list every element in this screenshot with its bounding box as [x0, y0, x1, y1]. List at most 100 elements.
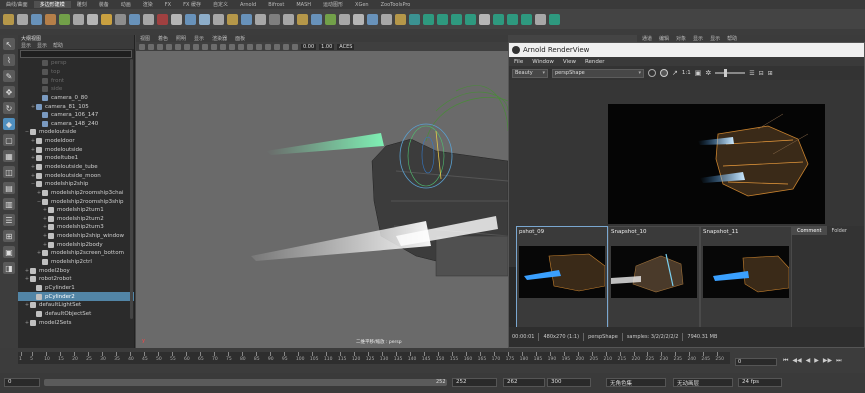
viewport-menu-item[interactable]: 渲染器: [212, 35, 227, 42]
shelf-tool-icon[interactable]: [17, 13, 28, 25]
aov-dropdown[interactable]: Beauty: [512, 68, 548, 78]
channel-menu-item[interactable]: 对象: [676, 35, 686, 42]
shelf-tool-icon[interactable]: [59, 13, 70, 25]
outliner-item[interactable]: + modeltube1: [18, 154, 134, 163]
character-set-dropdown[interactable]: 无角色集: [606, 378, 666, 387]
persp-layout-icon[interactable]: ▣: [3, 246, 15, 258]
outliner-item[interactable]: + modelship2screen_bottom: [18, 249, 134, 258]
shelf-tab[interactable]: 曲线/曲面: [0, 1, 34, 8]
shelf-tool-icon[interactable]: [283, 13, 294, 25]
shelf-tool-icon[interactable]: [465, 13, 476, 25]
fps-dropdown[interactable]: 24 fps: [738, 378, 782, 387]
outliner-item[interactable]: modelship2ctrl: [18, 258, 134, 267]
renderview-menu-item[interactable]: View: [563, 59, 576, 65]
shelf-tab[interactable]: 渲染: [137, 1, 159, 8]
snapshot-item[interactable]: pshot_09: [516, 226, 608, 328]
outliner-item[interactable]: pCylinder1: [18, 284, 134, 293]
outliner-item[interactable]: + modeldoor: [18, 137, 134, 146]
outliner-search-input[interactable]: [20, 50, 132, 58]
time-slider[interactable]: 1 5 10 15 20 25 30 35 40 45 50 55 60 65 70 75 80 85 90 95 10…: [0, 348, 865, 373]
layout-four-icon[interactable]: ▦: [3, 150, 15, 162]
shelf-tab[interactable]: ZooToolsPro: [375, 2, 417, 8]
shelf-tab[interactable]: FX: [159, 2, 177, 8]
shelf-tab[interactable]: FX 缓存: [177, 1, 207, 8]
anim-end-field[interactable]: 300: [547, 378, 591, 387]
zoom-in-icon[interactable]: ↗: [672, 69, 678, 77]
outliner-item[interactable]: + model2boy: [18, 266, 134, 275]
outliner-item[interactable]: + modelship2turn1: [18, 206, 134, 215]
outliner-item[interactable]: camera_0_80: [18, 94, 134, 103]
shelf-tool-icon[interactable]: [325, 13, 336, 25]
rotate-tool-icon[interactable]: ↻: [3, 102, 15, 114]
playback-range-bar[interactable]: 252: [44, 379, 447, 386]
renderview-menu-item[interactable]: Render: [585, 59, 605, 65]
camera-attr-icon[interactable]: [148, 43, 154, 50]
outliner-item[interactable]: defaultObjectSet: [18, 310, 134, 319]
render-refresh-icon[interactable]: [648, 69, 656, 77]
shelf-tool-icon[interactable]: [45, 13, 56, 25]
viewport-panel[interactable]: 视图 着色 照明 显示 渲染器 面板 0.00 1.00 ACES y 二维平移…: [136, 35, 508, 348]
stop-icon[interactable]: [660, 69, 668, 77]
outliner-menu-item[interactable]: 帮助: [53, 42, 63, 49]
play-back-icon[interactable]: ◀: [806, 357, 811, 365]
channel-menu-item[interactable]: 显示: [693, 35, 703, 42]
shelf-tool-icon[interactable]: [423, 13, 434, 25]
shelf-tool-icon[interactable]: [185, 13, 196, 25]
viewport-menu-item[interactable]: 面板: [235, 35, 245, 42]
shelf-tool-icon[interactable]: [3, 13, 14, 25]
outliner-menu-item[interactable]: 显示: [37, 42, 47, 49]
shelf-tool-icon[interactable]: [31, 13, 42, 25]
shelf-tool-icon[interactable]: [157, 13, 168, 25]
shelf-tool-icon[interactable]: [507, 13, 518, 25]
go-end-icon[interactable]: ⏭: [836, 357, 841, 365]
isolate-icon[interactable]: [292, 43, 298, 50]
shelf-tool-icon[interactable]: [101, 13, 112, 25]
outliner-item[interactable]: + modeloutside_moon: [18, 171, 134, 180]
wireframe-icon[interactable]: [229, 43, 235, 50]
outliner-menu-item[interactable]: 显示: [21, 42, 31, 49]
shelf-tool-icon[interactable]: [549, 13, 560, 25]
outliner-item[interactable]: + modeloutside: [18, 145, 134, 154]
step-back-icon[interactable]: ◀◀: [792, 357, 801, 365]
layout-single-icon[interactable]: ▢: [3, 134, 15, 146]
render-layout-icon[interactable]: ◨: [3, 262, 15, 274]
shelf-tool-icon[interactable]: [367, 13, 378, 25]
move-tool-icon[interactable]: ✥: [3, 86, 15, 98]
outliner-item[interactable]: camera_148_240: [18, 119, 134, 128]
outliner-item[interactable]: + defaultLightSet: [18, 301, 134, 310]
shelf-tool-icon[interactable]: [255, 13, 266, 25]
gamma-field[interactable]: 1.00: [319, 43, 335, 50]
shelf-tool-icon[interactable]: [171, 13, 182, 25]
layout-horizontal-icon[interactable]: ▤: [3, 182, 15, 194]
viewport-menu-item[interactable]: 显示: [194, 35, 204, 42]
camera-icon[interactable]: [139, 43, 145, 50]
shelf-tab[interactable]: MASH: [290, 2, 317, 8]
outliner-item[interactable]: + modelship2body: [18, 240, 134, 249]
shelf-tool-icon[interactable]: [129, 13, 140, 25]
shelf-tab[interactable]: 雕刻: [71, 1, 93, 8]
viewport-menu-item[interactable]: 着色: [158, 35, 168, 42]
shelf-tool-icon[interactable]: [381, 13, 392, 25]
safe-action-icon[interactable]: [220, 43, 226, 50]
shelf-tab[interactable]: 装备: [93, 1, 115, 8]
shelf-tab[interactable]: 运动图形: [317, 1, 349, 8]
shelf-tool-icon[interactable]: [437, 13, 448, 25]
colorspace-field[interactable]: ACES: [337, 43, 355, 50]
channel-menu-item[interactable]: 编辑: [659, 35, 669, 42]
field-chart-icon[interactable]: [211, 43, 217, 50]
renderview-menu-item[interactable]: File: [514, 59, 523, 65]
timeline-track[interactable]: 1 5 10 15 20 25 30 35 40 45 50 55 60 65 70 75 80 85 90 95 10…: [18, 352, 730, 364]
snapshot-item[interactable]: Snapshot_11: [700, 226, 792, 328]
exposure-field[interactable]: 0.00: [301, 43, 317, 50]
textured-icon[interactable]: [247, 43, 253, 50]
outliner-item[interactable]: + modelship2turn3: [18, 223, 134, 232]
shelf-tool-icon[interactable]: [87, 13, 98, 25]
step-forward-icon[interactable]: ▶▶: [823, 357, 832, 365]
shelf-tool-icon[interactable]: [143, 13, 154, 25]
select-tool-icon[interactable]: ↖: [3, 38, 15, 50]
gear-icon[interactable]: ✲: [705, 69, 711, 77]
outliner-item[interactable]: + camera_81_105: [18, 102, 134, 111]
outliner-item[interactable]: + modelship2turn2: [18, 215, 134, 224]
shelf-tab[interactable]: Bifrost: [262, 2, 290, 8]
exposure-slider[interactable]: [715, 69, 746, 77]
